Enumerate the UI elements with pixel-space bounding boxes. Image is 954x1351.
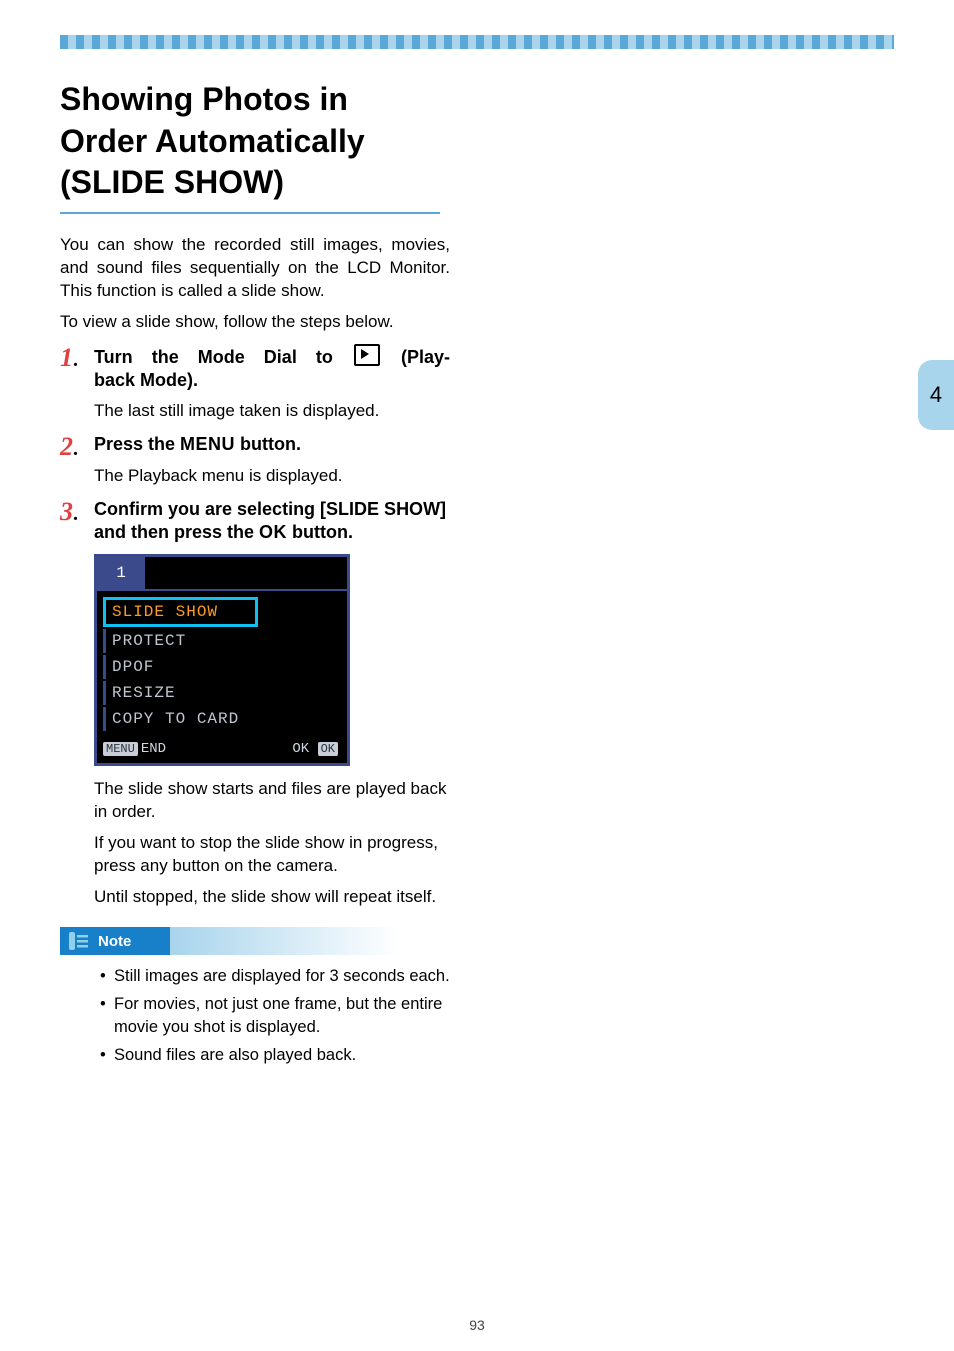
step-2-heading: Press the MENU button. xyxy=(94,433,450,456)
lcd-item-protect: PROTECT xyxy=(103,629,258,653)
step-3-desc-2: If you want to stop the slide show in pr… xyxy=(94,832,450,878)
page-number: 93 xyxy=(0,1317,954,1333)
menu-button-label: MENU xyxy=(180,434,235,454)
step-2-number: 2. xyxy=(60,433,94,487)
section-title: Showing Photos in Order Automatically (S… xyxy=(60,79,440,204)
note-header: Note xyxy=(60,927,400,955)
decorative-top-border xyxy=(60,35,894,49)
intro-paragraph-2: To view a slide show, follow the steps b… xyxy=(60,311,450,334)
note-item-2: For movies, not just one frame, but the … xyxy=(114,993,450,1038)
step-3: 3. Confirm you are selecting [SLIDE SHOW… xyxy=(60,498,450,545)
step-2: 2. Press the MENU button. The Playback m… xyxy=(60,433,450,487)
page: Showing Photos in Order Automatically (S… xyxy=(0,0,954,1351)
ok-button-label: OK xyxy=(259,522,287,542)
step-1: 1. Turn the Mode Dial to (Play- back Mod… xyxy=(60,344,450,424)
lcd-bottom-right: OK OK xyxy=(292,741,341,757)
step-3-number: 3. xyxy=(60,498,94,545)
step-1-desc: The last still image taken is displayed. xyxy=(94,400,450,423)
step-1-number: 1. xyxy=(60,344,94,424)
lcd-bottom-left: MENUEND xyxy=(103,741,166,757)
note-item-3: Sound files are also played back. xyxy=(114,1044,356,1066)
playback-icon xyxy=(354,344,380,366)
lcd-menu-screenshot: 1 SLIDE SHOW PROTECT DPOF RESIZE COPY TO… xyxy=(94,554,350,766)
note-icon xyxy=(64,927,92,955)
step-1-heading: Turn the Mode Dial to (Play- back Mode). xyxy=(94,344,450,393)
lcd-item-dpof: DPOF xyxy=(103,655,258,679)
lcd-tab: 1 xyxy=(97,557,145,591)
title-underline xyxy=(60,212,440,214)
lcd-item-copy: COPY TO CARD xyxy=(103,707,258,731)
note-bullets: •Still images are displayed for 3 second… xyxy=(100,965,450,1066)
step-3-desc-1: The slide show starts and files are play… xyxy=(94,778,450,824)
step-3-heading: Confirm you are selecting [SLIDE SHOW] a… xyxy=(94,498,450,545)
step-3-desc-3: Until stopped, the slide show will repea… xyxy=(94,886,450,909)
content-column: Showing Photos in Order Automatically (S… xyxy=(60,79,450,1066)
note-label: Note xyxy=(98,933,131,950)
step-2-desc: The Playback menu is displayed. xyxy=(94,465,450,488)
note-item-1: Still images are displayed for 3 seconds… xyxy=(114,965,450,987)
lcd-item-resize: RESIZE xyxy=(103,681,258,705)
intro-paragraph-1: You can show the recorded still images, … xyxy=(60,234,450,303)
lcd-item-slideshow: SLIDE SHOW xyxy=(103,597,258,627)
section-tab: 4 xyxy=(918,360,954,430)
lcd-menu-items: SLIDE SHOW PROTECT DPOF RESIZE COPY TO C… xyxy=(97,591,347,737)
